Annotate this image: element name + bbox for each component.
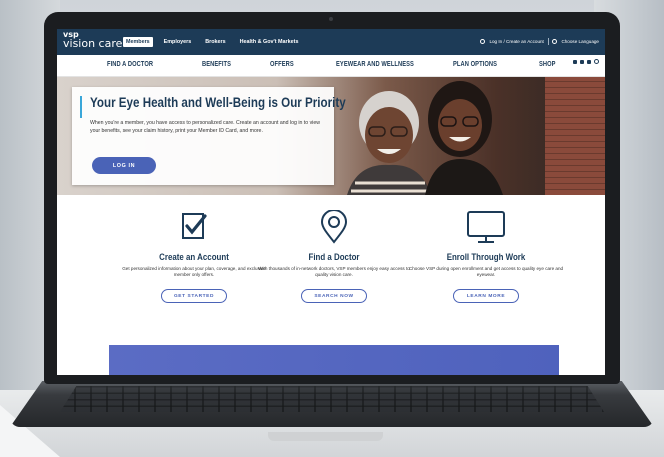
laptop-keyboard bbox=[60, 386, 604, 412]
checkbox-icon bbox=[182, 213, 207, 239]
hero-brick-wall bbox=[545, 77, 605, 195]
nav-shop[interactable]: SHOP bbox=[539, 61, 556, 68]
get-started-button[interactable]: GET STARTED bbox=[161, 289, 227, 303]
tab-members[interactable]: Members bbox=[123, 37, 153, 47]
login-link[interactable]: Log In / Create an Account bbox=[489, 39, 543, 44]
search-icon[interactable] bbox=[594, 59, 599, 64]
laptop-screen: vsp vision care Members Employers Broker… bbox=[57, 29, 605, 375]
divider bbox=[547, 38, 549, 45]
utility-links: Log In / Create an Account Choose Langua… bbox=[480, 38, 599, 45]
nav-plan-options[interactable]: PLAN OPTIONS bbox=[453, 61, 497, 68]
main-nav: FIND A DOCTOR BENEFITS OFFERS EYEWEAR AN… bbox=[57, 55, 605, 77]
nav-benefits[interactable]: BENEFITS bbox=[202, 61, 231, 68]
hero-body: When you're a member, you have access to… bbox=[90, 120, 320, 134]
map-pin-icon bbox=[320, 210, 348, 244]
login-button[interactable]: LOG IN bbox=[92, 157, 156, 174]
feature-description: With thousands of in-network doctors, VS… bbox=[258, 266, 410, 278]
nav-eyewear-and-wellness[interactable]: EYEWEAR AND WELLNESS bbox=[336, 61, 414, 68]
monitor-icon bbox=[467, 211, 505, 243]
feature-description: Choose VSP during open enrollment and ge… bbox=[408, 266, 564, 278]
twitter-icon[interactable] bbox=[587, 59, 591, 64]
hero-card: Your Eye Health and Well-Being is Our Pr… bbox=[72, 87, 346, 185]
hero-banner: Your Eye Health and Well-Being is Our Pr… bbox=[57, 77, 605, 195]
tab-employers[interactable]: Employers bbox=[161, 37, 195, 47]
logo-vision-care-text: vision care bbox=[63, 37, 123, 50]
feature-title: Enroll Through Work bbox=[446, 252, 526, 262]
search-now-button[interactable]: SEARCH NOW bbox=[301, 289, 367, 303]
promo-banner bbox=[109, 345, 559, 375]
feature-section: Create an Account Get personalized infor… bbox=[57, 195, 605, 375]
feature-title: Find a Doctor bbox=[308, 252, 360, 262]
language-link[interactable]: Choose Language bbox=[561, 39, 599, 44]
social-icons bbox=[573, 59, 599, 64]
instagram-icon[interactable] bbox=[580, 59, 584, 64]
feature-title: Create an Account bbox=[159, 252, 229, 262]
nav-offers[interactable]: OFFERS bbox=[270, 61, 294, 68]
laptop-camera bbox=[329, 17, 333, 21]
top-bar: vsp vision care Members Employers Broker… bbox=[57, 29, 605, 55]
globe-icon bbox=[552, 39, 558, 44]
audience-nav: Members Employers Brokers Health & Gov't… bbox=[123, 37, 301, 47]
learn-more-button[interactable]: LEARN MORE bbox=[453, 289, 519, 303]
hero-photo-woman-right bbox=[425, 81, 503, 195]
facebook-icon[interactable] bbox=[573, 59, 577, 64]
vsp-logo[interactable]: vsp vision care bbox=[63, 31, 123, 50]
nav-find-a-doctor[interactable]: FIND A DOCTOR bbox=[107, 61, 153, 68]
laptop-trackpad bbox=[268, 432, 383, 441]
hero-title: Your Eye Health and Well-Being is Our Pr… bbox=[90, 95, 346, 110]
tab-health-govt-markets[interactable]: Health & Gov't Markets bbox=[237, 37, 302, 47]
tab-brokers[interactable]: Brokers bbox=[202, 37, 228, 47]
user-icon bbox=[480, 39, 486, 44]
